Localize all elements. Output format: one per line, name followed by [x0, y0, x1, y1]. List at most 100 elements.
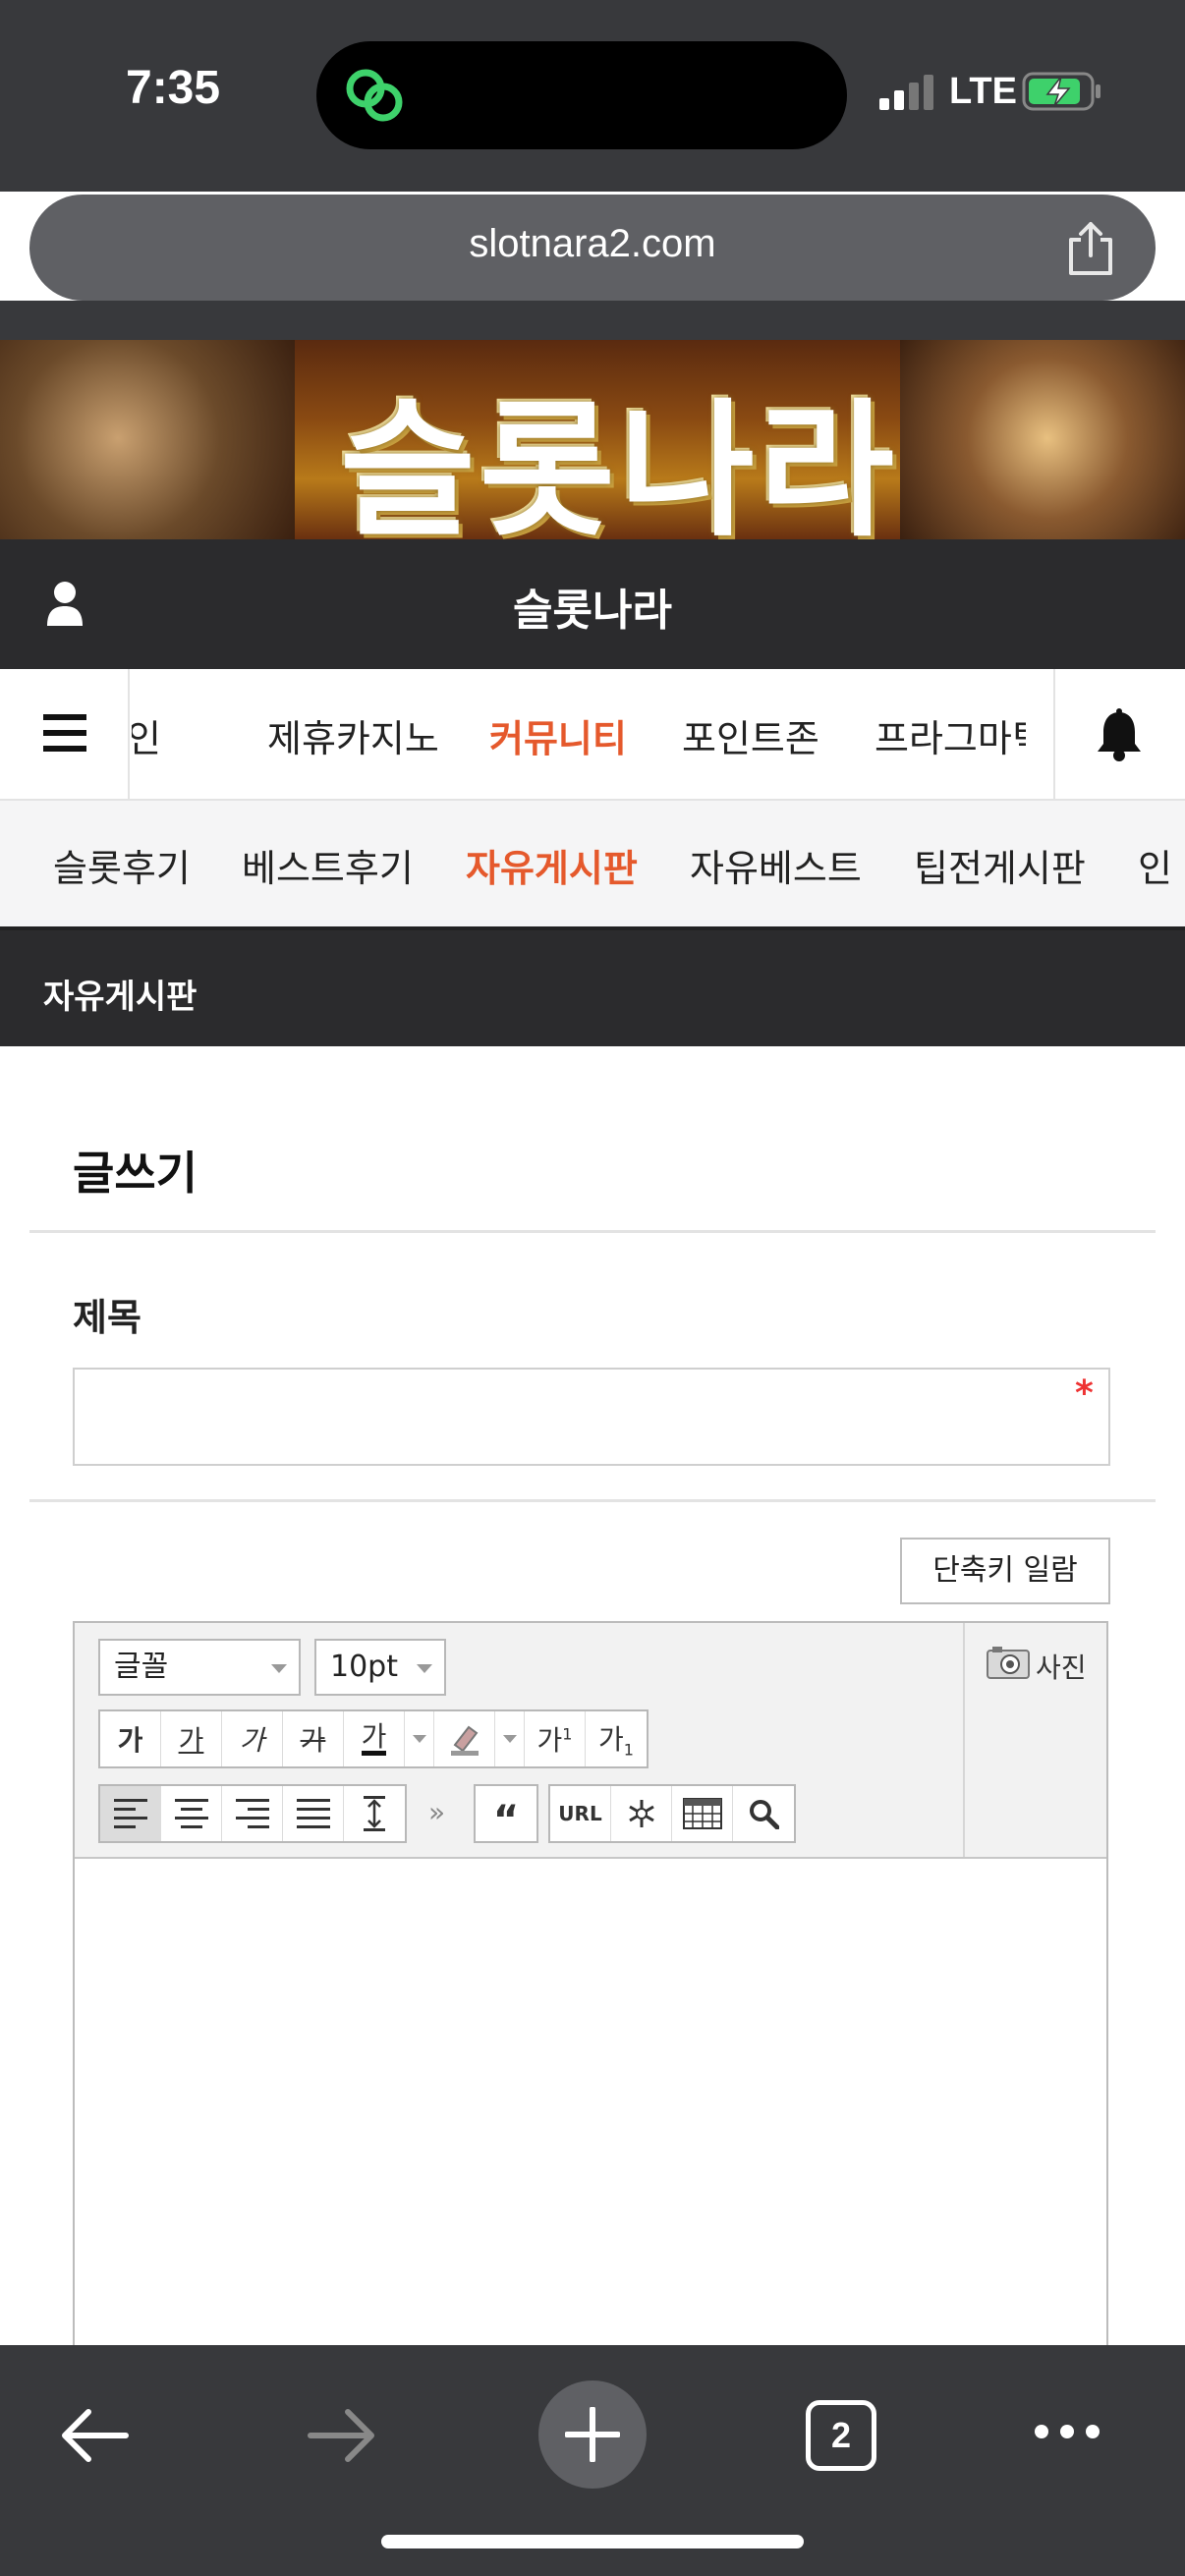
- main-nav-items: 메인 제휴카지노 커뮤니티 포인트존 프라그마틱: [132, 669, 1026, 799]
- site-header: 슬롯나라: [0, 539, 1185, 669]
- url-icon: URL: [558, 1802, 602, 1825]
- battery-charging-icon: [1022, 72, 1100, 111]
- tab-count-button[interactable]: 2: [806, 2400, 876, 2471]
- url-text[interactable]: slotnara2.com: [29, 222, 1156, 266]
- url-button[interactable]: URL: [550, 1786, 611, 1841]
- special-char-button[interactable]: [611, 1786, 672, 1841]
- quote-icon: “: [492, 1798, 520, 1843]
- link-icon: [346, 69, 403, 122]
- chevron-down-icon: [502, 1735, 517, 1743]
- camera-icon: [987, 1647, 1030, 1679]
- status-bar: 7:35 LTE: [0, 0, 1185, 192]
- align-center-button[interactable]: [161, 1786, 222, 1841]
- sub-item-tip-board[interactable]: 팁전게시판: [914, 838, 1086, 892]
- more-dots-icon[interactable]: [1032, 2422, 1102, 2441]
- toolbar-attach-area: 사진: [963, 1623, 1106, 1857]
- subject-label: 제목: [73, 1296, 141, 1339]
- divider: [29, 1230, 1156, 1233]
- banner-characters-left: [0, 340, 295, 539]
- main-nav: 메인 제휴카지노 커뮤니티 포인트존 프라그마틱: [0, 669, 1185, 801]
- align-right-button[interactable]: [222, 1786, 283, 1841]
- site-banner[interactable]: 슬롯나라: [0, 340, 1185, 539]
- menu-button[interactable]: [0, 669, 130, 799]
- strikethrough-icon: 가: [300, 1724, 326, 1757]
- align-center-icon: [174, 1799, 208, 1828]
- strikethrough-button[interactable]: 가: [283, 1711, 344, 1766]
- table-icon: [682, 1798, 722, 1829]
- sub-item-slot-review[interactable]: 슬롯후기: [53, 838, 191, 892]
- share-icon[interactable]: [1065, 220, 1116, 277]
- sub-item-free-board[interactable]: 자유게시판: [466, 838, 638, 892]
- find-button[interactable]: [733, 1786, 794, 1841]
- signal-icon: [879, 75, 933, 110]
- sub-item-best-review[interactable]: 베스트후기: [242, 838, 414, 892]
- divider: [29, 1499, 1156, 1502]
- site-title[interactable]: 슬롯나라: [0, 575, 1185, 638]
- font-color-dropdown[interactable]: [405, 1711, 434, 1766]
- hamburger-icon: [43, 714, 86, 752]
- font-size-value: 10pt: [330, 1650, 398, 1684]
- highlight-dropdown[interactable]: [495, 1711, 525, 1766]
- asterisk-icon: [628, 1800, 654, 1827]
- insert-group: URL: [548, 1784, 796, 1843]
- board-title: 자유게시판: [43, 978, 198, 1017]
- chevron-down-icon: [271, 1664, 287, 1673]
- text-format-group: 가 가 가 가 가 가1 가1: [98, 1709, 649, 1768]
- alignment-group: [98, 1784, 407, 1843]
- table-button[interactable]: [672, 1786, 733, 1841]
- home-indicator[interactable]: [381, 2535, 804, 2548]
- superscript-button[interactable]: 가1: [525, 1711, 586, 1766]
- align-justify-button[interactable]: [283, 1786, 344, 1841]
- more-tools-button[interactable]: »: [428, 1796, 445, 1828]
- highlighter-icon: [450, 1725, 479, 1756]
- page-title: 글쓰기: [73, 1147, 198, 1200]
- align-right-icon: [235, 1799, 269, 1828]
- font-color-icon: 가: [361, 1722, 387, 1756]
- sub-nav: 슬롯후기 베스트후기 자유게시판 자유베스트 팁전게시판 인: [0, 801, 1185, 930]
- quote-button[interactable]: “: [476, 1786, 536, 1841]
- nav-item-pragmatic[interactable]: 프라그마틱: [875, 708, 1026, 762]
- superscript-icon: 가1: [536, 1724, 573, 1757]
- bold-button[interactable]: 가: [100, 1711, 161, 1766]
- sub-item-free-best[interactable]: 자유베스트: [690, 838, 862, 892]
- shortcut-list-button[interactable]: 단축키 일람: [900, 1538, 1110, 1604]
- new-tab-button[interactable]: [538, 2380, 647, 2489]
- quote-group: “: [474, 1784, 538, 1843]
- italic-icon: 가: [239, 1724, 265, 1757]
- editor-toolbar: 글꼴 10pt 가 가 가 가 가 가1 가1 » “ URL 사진: [75, 1623, 1106, 1859]
- browser-chrome-edge: [0, 301, 1185, 340]
- nav-item-main[interactable]: 메인: [132, 708, 161, 762]
- photo-label: 사진: [1036, 1652, 1087, 1684]
- sub-item-more[interactable]: 인: [1138, 838, 1172, 892]
- notification-button[interactable]: [1053, 669, 1185, 799]
- align-left-button[interactable]: [100, 1786, 161, 1841]
- banner-logo-text: 슬롯나라: [339, 386, 898, 539]
- forward-arrow-icon[interactable]: [307, 2408, 377, 2463]
- nav-item-community[interactable]: 커뮤니티: [489, 708, 627, 762]
- highlight-button[interactable]: [434, 1711, 495, 1766]
- nav-item-partner-casino[interactable]: 제휴카지노: [267, 708, 439, 762]
- font-color-button[interactable]: 가: [344, 1711, 405, 1766]
- subscript-button[interactable]: 가1: [586, 1711, 647, 1766]
- nav-item-point-zone[interactable]: 포인트존: [682, 708, 819, 762]
- align-left-icon: [113, 1799, 147, 1828]
- font-family-value: 글꼴: [114, 1650, 169, 1684]
- underline-icon: 가: [178, 1724, 204, 1757]
- url-bar[interactable]: slotnara2.com: [29, 195, 1156, 301]
- bold-icon: 가: [117, 1724, 143, 1757]
- plus-icon: [565, 2407, 620, 2462]
- italic-button[interactable]: 가: [222, 1711, 283, 1766]
- bell-icon: [1098, 708, 1141, 761]
- chevron-down-icon: [412, 1735, 426, 1743]
- font-size-select[interactable]: 10pt: [314, 1639, 446, 1696]
- subject-input[interactable]: [73, 1368, 1110, 1466]
- back-arrow-icon[interactable]: [59, 2408, 130, 2463]
- font-family-select[interactable]: 글꼴: [98, 1639, 301, 1696]
- underline-button[interactable]: 가: [161, 1711, 222, 1766]
- subscript-icon: 가1: [598, 1723, 634, 1760]
- line-height-button[interactable]: [344, 1786, 405, 1841]
- network-label: LTE: [949, 71, 1017, 112]
- required-mark: *: [1075, 1373, 1094, 1414]
- status-time: 7:35: [126, 62, 221, 114]
- align-justify-icon: [296, 1799, 330, 1828]
